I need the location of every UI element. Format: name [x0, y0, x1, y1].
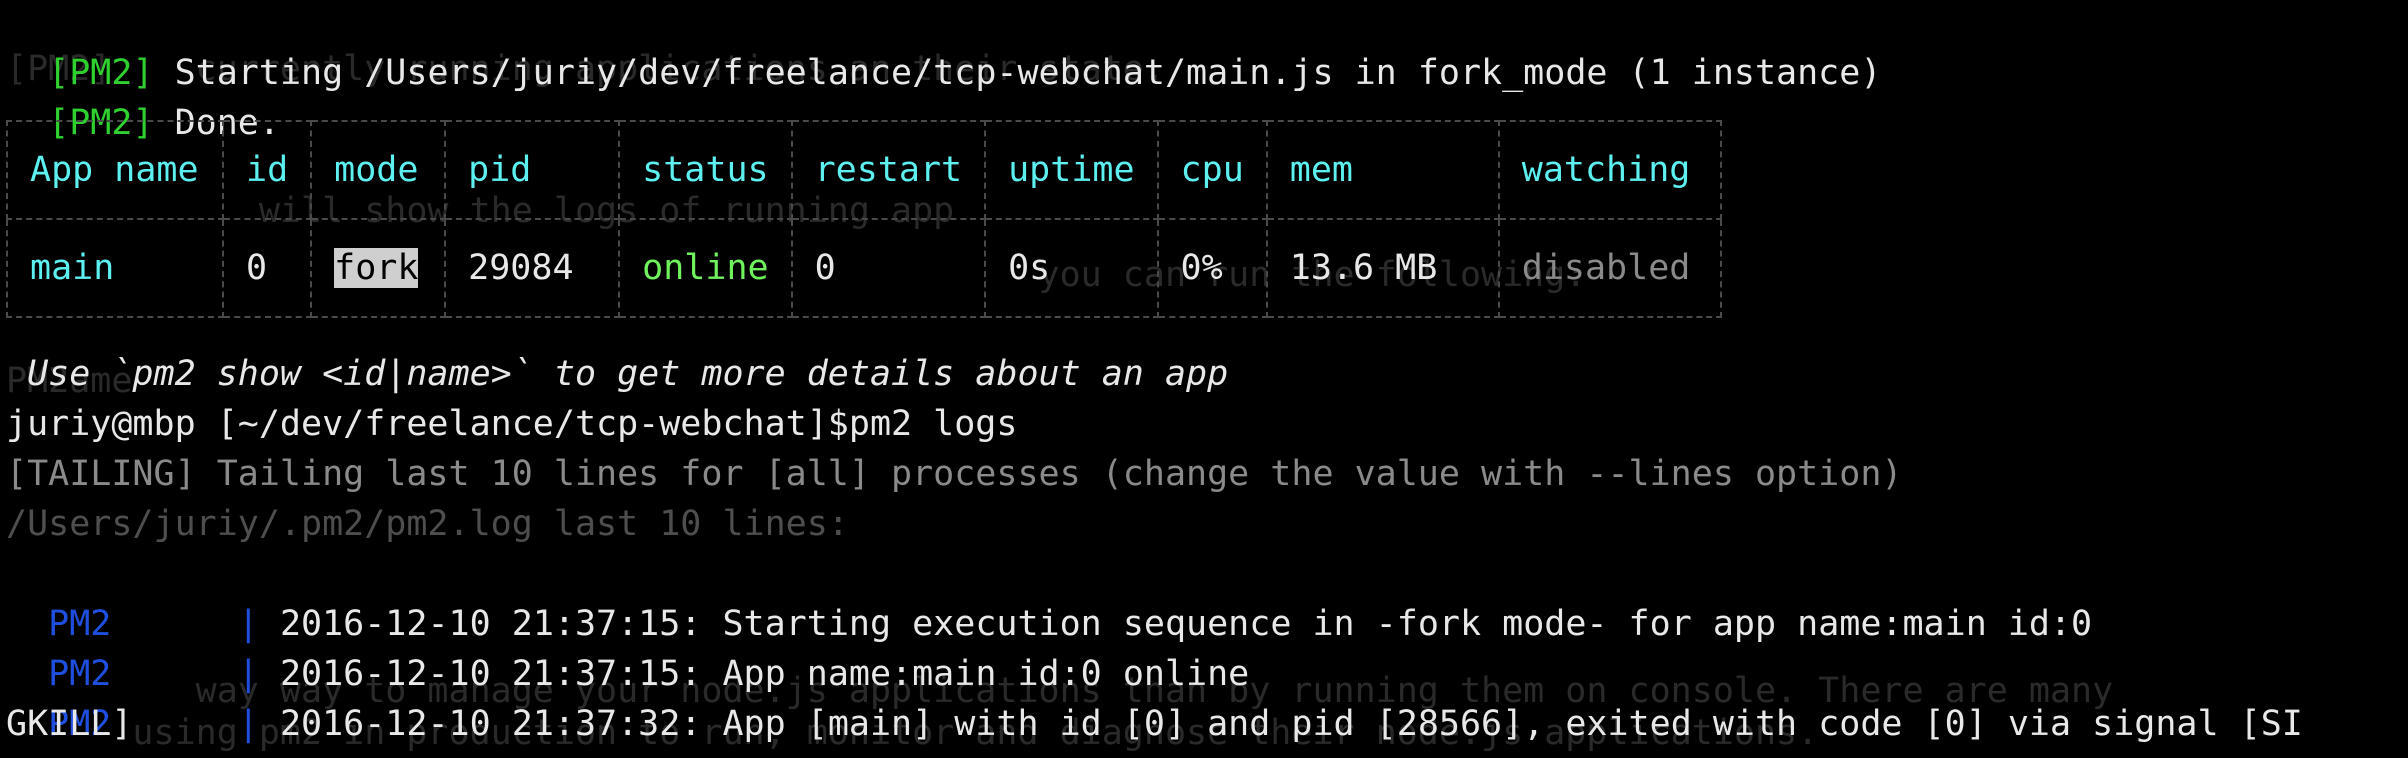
line-text: Starting /Users/juriy/dev/freelance/tcp-…: [153, 53, 1882, 93]
log-message: 2016-12-10 21:37:32: App [main] with id …: [279, 704, 2303, 744]
cell-restart: 0: [790, 218, 987, 318]
logfile-line: /Users/juriy/.pm2/pm2.log last 10 lines:: [6, 504, 849, 544]
log-separator: |: [111, 704, 280, 744]
cell-app-name: main: [6, 218, 224, 318]
process-table: App name id mode pid status restart upti…: [6, 120, 1722, 318]
tailing-line: [TAILING] Tailing last 10 lines for [all…: [6, 454, 1903, 494]
cell-pid: 29084: [444, 218, 621, 318]
table-header-row: App name id mode pid status restart upti…: [6, 120, 1722, 220]
hint-line: Use `pm2 show <id|name>` to get more det…: [6, 354, 1229, 394]
mode-highlight: fork: [334, 248, 419, 288]
column-header: App name: [6, 120, 224, 220]
cell-mem: 13.6 MB: [1265, 218, 1500, 318]
column-header: cpu: [1156, 120, 1268, 220]
log-entry: PM2 | 2016-12-10 21:37:32: App [main] wi…: [6, 649, 2303, 744]
cell-watching: disabled: [1497, 218, 1722, 318]
column-header: restart: [790, 120, 987, 220]
log-entry: PM2 | 2016-12-10 21:37:15: App name:main…: [6, 599, 1249, 694]
cell-id: 0: [221, 218, 313, 318]
terminal-line-done: [PM2] Done.: [6, 48, 280, 143]
cell-cpu: 0%: [1156, 218, 1268, 318]
column-header: pid: [444, 120, 621, 220]
column-header: watching: [1497, 120, 1722, 220]
column-header: id: [221, 120, 313, 220]
cell-mode: fork: [310, 218, 447, 318]
table-row: main 0 fork 29084 online 0 0s 0% 13.6 MB…: [6, 218, 1722, 318]
column-header: mem: [1265, 120, 1500, 220]
terminal-line-starting: [PM2] Starting /Users/juriy/dev/freelanc…: [6, 0, 1881, 93]
cell-status: online: [618, 218, 793, 318]
log-entry: PM2 | 2016-12-10 21:37:15: Starting exec…: [6, 549, 2092, 644]
shell-prompt[interactable]: juriy@mbp [~/dev/freelance/tcp-webchat]$…: [6, 399, 1017, 449]
log-entry-wrap: GKILL]: [6, 704, 133, 744]
column-header: mode: [310, 120, 447, 220]
cell-uptime: 0s: [984, 218, 1159, 318]
column-header: status: [618, 120, 793, 220]
column-header: uptime: [984, 120, 1159, 220]
